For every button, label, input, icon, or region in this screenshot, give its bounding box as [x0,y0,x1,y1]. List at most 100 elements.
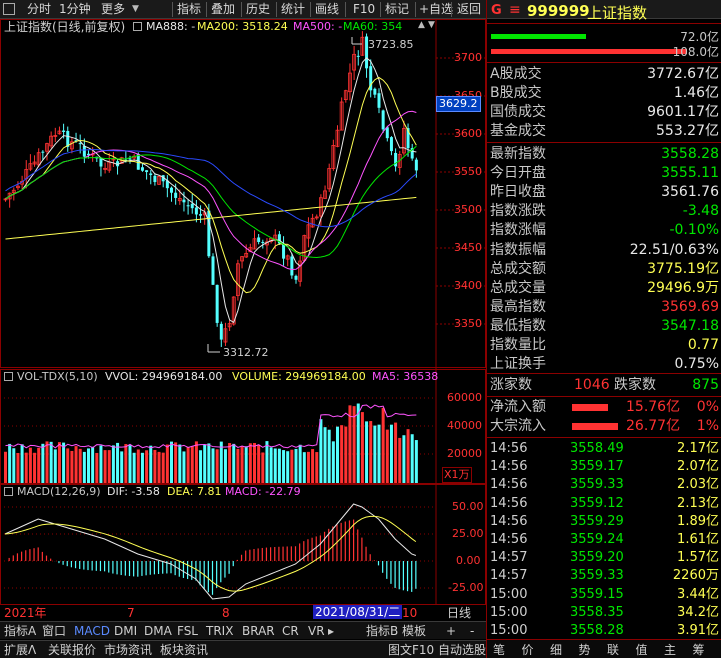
kline-chart[interactable] [0,19,486,619]
g-icon[interactable]: G [491,3,502,18]
volume-bar [327,429,331,483]
tab-brar[interactable]: BRAR [240,622,277,640]
tab-related-quotes[interactable]: 关联报价 [46,641,98,658]
tab-window[interactable]: 窗口 [40,622,68,640]
price-axis-3600: 3600 [454,127,482,140]
scroll-down-icon[interactable]: ▼ [428,20,435,30]
volume-bar [406,429,410,483]
tab-market-news[interactable]: 市场资讯 [102,641,154,658]
toolbar-more[interactable]: 更多 [98,0,128,19]
toolbar-history[interactable]: 历史 [243,0,273,19]
toolbar-stats[interactable]: 统计 [278,0,308,19]
tick-tab-4[interactable]: 联 [607,641,619,658]
tick-time: 14:57 [490,568,528,584]
ma-toggle-icon[interactable] [133,22,142,31]
index-row-0: 最新指数 3558.28 [490,145,719,164]
tab-expand[interactable]: 扩展Λ [2,641,38,658]
candle-body [128,158,132,160]
tab-more-chevron[interactable]: ▸ [326,622,336,640]
volume-row-2-label: 国债成交 [490,104,546,120]
bottom-right-links[interactable]: 图文F10 自动选股» [386,641,495,658]
volume-bar [12,448,16,483]
tick-tab-1[interactable]: 价 [522,641,534,658]
candle-body [282,244,286,259]
tick-tab-6[interactable]: 主 [664,641,676,658]
period-label[interactable]: 日线 [447,606,471,620]
toolbar-mark[interactable]: 标记 [382,0,412,19]
tab-dma[interactable]: DMA [142,622,174,640]
tab-minus[interactable]: - [468,622,476,640]
candle-body [170,187,173,193]
ma200-line [5,196,417,240]
buy-bar [491,34,586,39]
volume-bar [8,443,12,483]
volume-bar [414,440,418,483]
tab-plus[interactable]: + [444,622,458,640]
tick-row: 14:56 3559.33 2.03亿 [490,476,719,494]
vol-axis-40000: 40000 [447,419,482,432]
toolbar-fenshi[interactable]: 分时 [24,0,54,19]
index-row-3-label: 指数涨跌 [490,203,546,220]
tick-tab-3[interactable]: 势 [579,641,591,658]
macd-macd: MACD: -22.79 [225,485,301,498]
macd-name: MACD(12,26,9) [17,485,101,498]
toolbar-f10[interactable]: F10 [350,0,378,19]
flow-row-1: 大宗流入 26.77亿 1% [490,417,719,436]
toolbar-indicator[interactable]: 指标 [174,0,204,19]
candle-body [78,143,82,145]
macd-box-icon[interactable] [4,487,13,496]
macd-axis-25: 25.00 [452,527,484,540]
volume-bar [410,434,414,483]
volume-bar [70,450,74,483]
tab-sector-news[interactable]: 板块资讯 [158,641,210,658]
tab-indicator-a[interactable]: 指标A [2,622,38,640]
toolbar-overlay[interactable]: 叠加 [208,0,238,19]
vol-vvol: VVOL: 294969184.00 [105,370,223,383]
index-row-0-label: 最新指数 [490,146,546,162]
volume-bar [111,445,115,483]
tab-template[interactable]: 模板 [400,622,428,640]
volume-bar [145,450,149,483]
menu-square-icon[interactable] [3,3,15,15]
tick-tab-2[interactable]: 细 [550,641,562,658]
tab-vr[interactable]: VR [306,622,327,640]
volume-bar [74,446,78,483]
candle-body [149,173,153,175]
tick-tab-5[interactable]: 值 [636,641,648,658]
volume-bar [269,447,273,483]
flow-pct: 1% [696,418,719,434]
index-row-4-value: -0.10% [669,222,719,239]
candle-body [373,88,377,95]
up-count: 1046 [574,377,610,393]
menu-icon[interactable]: ≡ [509,2,521,18]
volume-bar [290,449,294,483]
volume-bar [389,424,393,483]
tab-cr[interactable]: CR [280,622,301,640]
tab-macd[interactable]: MACD [72,622,112,640]
index-row-4: 指数涨幅 -0.10% [490,221,719,240]
vol-box-icon[interactable] [4,372,13,381]
tick-tab-0[interactable]: 笔 [493,641,505,658]
chevron-down-icon[interactable]: ▼ [132,4,139,14]
volume-bar [41,443,45,483]
volume-bar [20,444,24,483]
tick-tab-7[interactable]: 筹 [693,641,705,658]
toolbar-draw[interactable]: 画线 [312,0,342,19]
volume-bar [103,450,107,483]
tab-trix[interactable]: TRIX [204,622,235,640]
tick-row: 14:56 3558.49 2.17亿 [490,440,719,458]
tab-indicator-b[interactable]: 指标B [364,622,400,640]
tab-dmi[interactable]: DMI [112,622,139,640]
toolbar-back[interactable]: 返回 [454,0,484,19]
flow-bar [572,423,618,430]
toolbar-1min[interactable]: 1分钟 [56,0,94,19]
volume-bar [265,441,269,483]
scroll-up-icon[interactable]: ▲ [418,20,425,30]
volume-row-0-label: A股成交 [490,66,542,82]
tick-time: 14:56 [490,513,528,529]
index-row-6-value: 3775.19亿 [647,260,719,277]
volume-bar [45,441,49,483]
index-row-1-value: 3555.11 [661,165,719,182]
tab-fsl[interactable]: FSL [175,622,200,640]
index-row-7: 总成交量 29496.9万 [490,279,719,298]
